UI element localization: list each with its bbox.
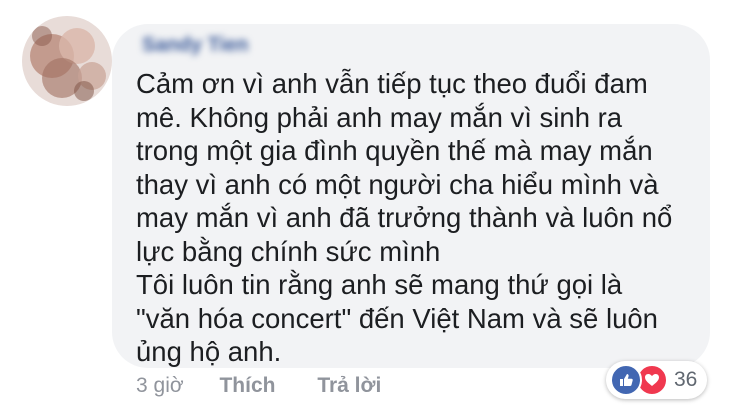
comment-text-line: lực bằng chính sức mình	[136, 235, 441, 267]
comment-text-line: trong một gia đình quyền thế mà may mắn	[136, 135, 653, 166]
comment-text-line: Cảm ơn vì anh vẫn tiếp tục theo đuổi đam	[136, 68, 648, 99]
avatar[interactable]	[22, 16, 112, 106]
comment-text-line: may mắn vì anh đã trưởng thành và luôn n…	[136, 202, 673, 233]
comment-text-line: "văn hóa concert" đến Việt Nam và sẽ luô…	[136, 302, 658, 334]
comment-text: Cảm ơn vì anh vẫn tiếp tục theo đuổi đam…	[136, 67, 706, 369]
comment-bubble: Sandy Tien Cảm ơn vì anh vẫn tiếp tục th…	[112, 24, 710, 368]
comment: Sandy Tien Cảm ơn vì anh vẫn tiếp tục th…	[0, 0, 738, 418]
reactions-summary[interactable]: 36	[606, 361, 708, 399]
comment-timestamp[interactable]: 3 giờ	[136, 374, 184, 398]
like-icon	[610, 364, 642, 396]
like-button[interactable]: Thích	[219, 374, 275, 398]
comment-text-line: thay vì anh có một người cha hiểu mình v…	[136, 168, 659, 200]
comment-author[interactable]: Sandy Tien	[142, 34, 248, 57]
reaction-count: 36	[674, 368, 698, 391]
comment-actions: 3 giờ Thích Trả lời	[136, 374, 381, 398]
comment-text-line: Tôi luôn tin rằng anh sẽ mang thứ gọi là	[136, 269, 623, 300]
avatar-image	[22, 16, 112, 106]
comment-text-line: mê. Không phải anh may mắn vì sinh ra	[136, 101, 623, 133]
reply-button[interactable]: Trả lời	[317, 374, 381, 398]
